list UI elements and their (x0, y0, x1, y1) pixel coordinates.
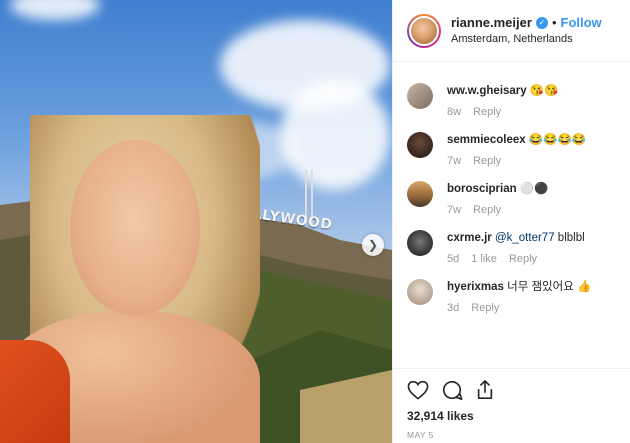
chevron-right-icon: ❯ (367, 238, 379, 252)
separator-dot: • (551, 15, 557, 31)
comment-item: cxrme.jr @k_otter77 blblbl 5d 1 like Reply (407, 230, 616, 265)
post-date: May 5 (407, 430, 434, 440)
commenter-avatar[interactable] (407, 279, 433, 305)
comments-list[interactable]: ww.w.gheisary 😘😘 8w Reply semmiecoleex 😂😂… (393, 63, 630, 367)
reply-button[interactable]: Reply (473, 204, 501, 216)
comment-time[interactable]: 3d (447, 302, 459, 314)
mention-link[interactable]: @k_otter77 (495, 232, 555, 244)
comment-time[interactable]: 5d (447, 253, 459, 265)
comment-likes[interactable]: 1 like (471, 253, 497, 265)
commenter-avatar[interactable] (407, 230, 433, 256)
profile-avatar[interactable] (407, 13, 441, 48)
heart-icon[interactable] (407, 380, 429, 400)
person-face (70, 140, 200, 315)
comment-time[interactable]: 8w (447, 106, 461, 118)
comment-item: ww.w.gheisary 😘😘 8w Reply (407, 83, 616, 118)
post-sidebar: rianne.meijer ✓ • Follow Amsterdam, Neth… (392, 0, 630, 443)
post-image[interactable]: HOLLYWOOD ❯ (0, 0, 392, 443)
post-actions: 32,914 likes May 5 (393, 368, 630, 440)
post-header: rianne.meijer ✓ • Follow Amsterdam, Neth… (393, 0, 630, 62)
comment-username[interactable]: borosciprian (447, 183, 517, 195)
comment-text: 😘😘 (529, 85, 559, 97)
swimsuit (0, 340, 70, 443)
like-count[interactable]: 32,914 likes (407, 409, 616, 423)
comment-text: 😂😂😂😂 (528, 134, 587, 146)
comment-item: borosciprian ⚪⚫ 7w Reply (407, 181, 616, 216)
reply-button[interactable]: Reply (509, 253, 537, 265)
reply-button[interactable]: Reply (471, 302, 499, 314)
username-link[interactable]: rianne.meijer (451, 14, 532, 32)
reply-button[interactable]: Reply (473, 106, 501, 118)
comment-icon[interactable] (441, 379, 463, 401)
comment-time[interactable]: 7w (447, 155, 461, 167)
comment-username[interactable]: ww.w.gheisary (447, 85, 527, 97)
location-link[interactable]: Amsterdam, Netherlands (451, 32, 602, 47)
comment-text: ⚪⚫ (519, 183, 549, 195)
comment-item: hyerixmas 너무 잼있어요 👍 3d Reply (407, 279, 616, 314)
comment-time[interactable]: 7w (447, 204, 461, 216)
comment-username[interactable]: semmiecoleex (447, 134, 526, 146)
avatar (409, 15, 439, 46)
comment-username[interactable]: hyerixmas (447, 281, 504, 293)
comment-text: 너무 잼있어요 👍 (507, 281, 592, 293)
commenter-avatar[interactable] (407, 181, 433, 207)
commenter-avatar[interactable] (407, 83, 433, 109)
comment-username[interactable]: cxrme.jr (447, 232, 492, 244)
action-icons (407, 377, 616, 403)
comment-text: blblbl (557, 232, 585, 244)
reply-button[interactable]: Reply (473, 155, 501, 167)
verified-badge-icon: ✓ (535, 17, 548, 30)
next-photo-button[interactable]: ❯ (362, 234, 384, 256)
commenter-avatar[interactable] (407, 132, 433, 158)
share-icon[interactable] (475, 379, 495, 401)
comment-item: semmiecoleex 😂😂😂😂 7w Reply (407, 132, 616, 167)
follow-button[interactable]: Follow (561, 14, 602, 32)
